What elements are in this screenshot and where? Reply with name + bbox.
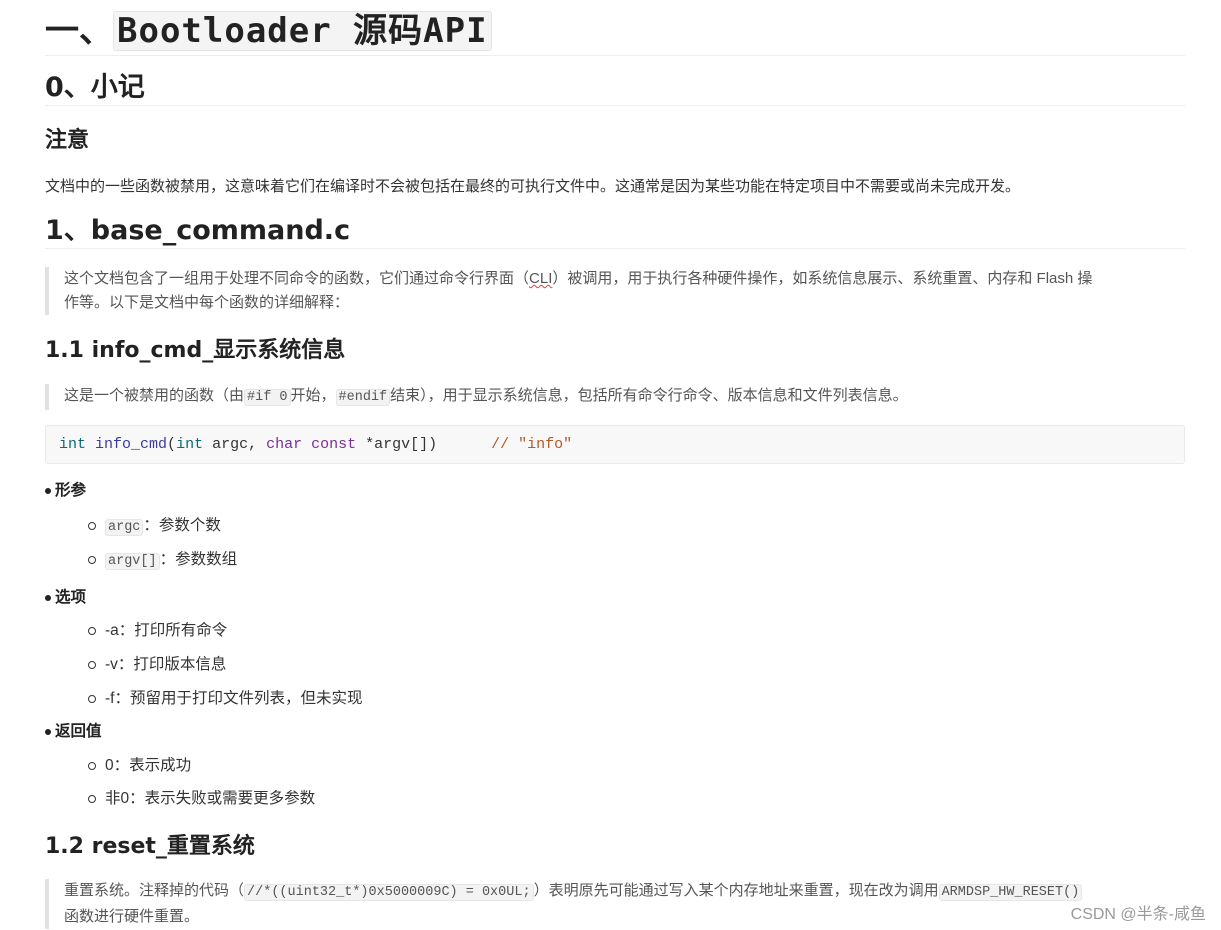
list-item-option-a: -a：打印所有命令	[87, 622, 228, 639]
code-block-info-cmd[interactable]: int info_cmd(int argc, char const *argv[…	[45, 425, 1185, 464]
quote-text-b: ）表明原先可能通过写入某个内存地址来重置，现在改为调用	[533, 882, 939, 899]
quote-text-b: 开始，	[290, 387, 336, 404]
heading-notice: 注意	[45, 128, 90, 153]
heading-info-cmd: 1.1 info_cmd_显示系统信息	[45, 338, 346, 363]
list-item-argv: argv[] ：参数数组	[87, 550, 238, 572]
code-type: int	[59, 436, 87, 453]
inline-code-armdsp-reset: ARMDSP_HW_RESET()	[938, 884, 1083, 901]
heading-reset: 1.2 reset_重置系统	[45, 834, 255, 859]
list-item-argc: argc ：参数个数	[88, 516, 221, 538]
blockquote-info-cmd: 这是一个被禁用的函数（由 #if 0 开始， #endif 结束），用于显示系统信息，包…	[45, 384, 1184, 410]
code-punct: (	[167, 436, 177, 453]
quote-text-line2: 作等。以下是文档中每个函数的详细解释：	[64, 294, 350, 311]
list-item-return-0: 0：表示成功	[87, 757, 192, 774]
blockquote-base-command: 这个文档包含了一组用于处理不同命令的函数，它们通过命令行界面（CLI）被调用，用…	[45, 267, 1184, 315]
list-item-option-f: -f：预留用于打印文件列表，但未实现	[87, 690, 363, 707]
list-item-returns: 返回值	[45, 723, 102, 740]
quote-text-a: 这是一个被禁用的函数（由	[64, 387, 245, 404]
code-punct: *argv[])	[356, 436, 492, 453]
list-item-params: 形参	[44, 482, 87, 499]
inline-code-if0: #if 0	[244, 389, 291, 406]
param-desc: ：参数个数	[143, 517, 221, 534]
heading-notes: 0、小记	[45, 72, 1185, 106]
quote-cli: CLI	[529, 270, 553, 287]
code-qualifier: const	[311, 436, 357, 453]
inline-code-commented: //*((uint32_t*)0x5000009C) = 0x0UL;	[244, 884, 534, 901]
heading-code: Bootloader 源码API	[113, 11, 492, 51]
code-type: char	[266, 436, 303, 453]
quote-text-a: 重置系统。注释掉的代码（	[64, 882, 245, 899]
code-punct: argc,	[203, 436, 267, 453]
watermark: CSDN @半条-咸鱼	[1070, 906, 1206, 923]
heading-bootloader-api: 一、 Bootloader 源码API	[45, 8, 1185, 56]
list-item-return-nonzero: 非0：表示失败或需要更多参数	[87, 790, 316, 807]
code-comment: // "info"	[491, 436, 573, 453]
quote-text-a: 这个文档包含了一组用于处理不同命令的函数，它们通过命令行界面（	[64, 270, 530, 287]
blockquote-reset: 重置系统。注释掉的代码（//*((uint32_t*)0x5000009C) =…	[45, 879, 1184, 929]
param-desc: ：参数数组	[159, 551, 238, 568]
list-item-options: 选项	[44, 589, 87, 606]
inline-code-endif: #endif	[335, 389, 391, 406]
quote-text-c: 结束），用于显示系统信息，包括所有命令行命令、版本信息和文件列表信息。	[390, 387, 908, 404]
code-function-name: info_cmd	[95, 436, 168, 453]
list-item-option-v: -v：打印版本信息	[87, 656, 227, 673]
quote-text-line2: 函数进行硬件重置。	[64, 908, 200, 925]
code-type: int	[176, 436, 204, 453]
inline-code-argv: argv[]	[105, 553, 160, 570]
notice-text: 文档中的一些函数被禁用，这意味着它们在编译时不会被包括在最终的可执行文件中。这通…	[45, 178, 1021, 195]
inline-code-argc: argc	[105, 519, 144, 536]
heading-base-command: 1、base_command.c	[45, 215, 1185, 249]
quote-text-b: ）被调用，用于执行各种硬件操作，如系统信息展示、系统重置、内存和 Flash 操	[552, 270, 1093, 287]
heading-prefix: 一、	[45, 11, 113, 51]
